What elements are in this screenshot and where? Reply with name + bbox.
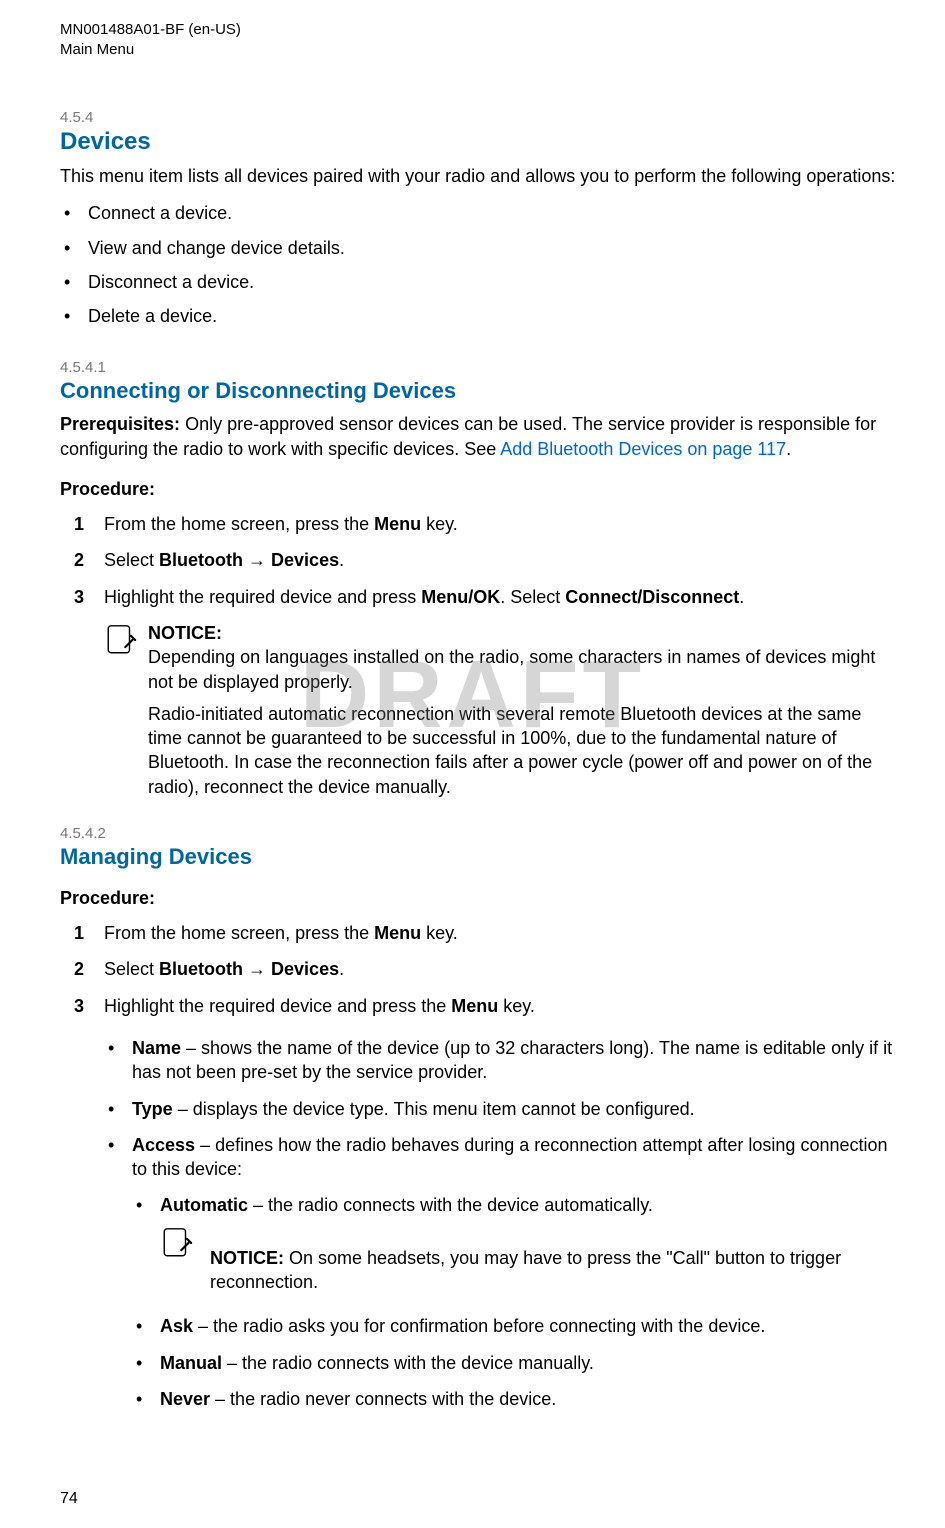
step-text: From the home screen, press the — [104, 923, 374, 943]
option-item-manual: Manual – the radio connects with the dev… — [132, 1345, 905, 1381]
notice-block: NOTICE: Depending on languages installed… — [104, 621, 905, 799]
procedure-list: From the home screen, press the Menu key… — [60, 506, 905, 615]
step-text: . — [339, 550, 344, 570]
option-label: Access — [132, 1135, 195, 1155]
page-number: 74 — [60, 1490, 78, 1508]
list-item: Disconnect a device. — [60, 265, 905, 299]
access-sub-list: Automatic – the radio connects with the … — [132, 1187, 905, 1417]
option-label: Type — [132, 1099, 173, 1119]
step-bold: Connect/Disconnect — [565, 587, 739, 607]
option-item-automatic: Automatic – the radio connects with the … — [132, 1187, 905, 1308]
header-doc-id: MN001488A01-BF (en-US) — [60, 20, 905, 40]
subsection-number: 4.5.4.2 — [60, 825, 905, 842]
notice-icon-col — [104, 621, 148, 799]
notice-label: NOTICE: — [148, 621, 895, 645]
list-item: Delete a device. — [60, 299, 905, 333]
step-bold: Menu — [451, 996, 498, 1016]
option-text: – the radio connects with the device aut… — [248, 1195, 653, 1215]
option-item-name: Name – shows the name of the device (up … — [104, 1030, 905, 1091]
option-label: Name — [132, 1038, 181, 1058]
option-item-never: Never – the radio never connects with th… — [132, 1381, 905, 1417]
step-bold: Devices — [271, 959, 339, 979]
step-text: Select — [104, 959, 159, 979]
option-text: – defines how the radio behaves during a… — [132, 1135, 888, 1179]
option-text: – shows the name of the device (up to 32… — [132, 1038, 892, 1082]
step-bold: Bluetooth — [159, 959, 243, 979]
option-label: Never — [160, 1389, 210, 1409]
notice-block: NOTICE: On some headsets, you may have t… — [160, 1226, 905, 1295]
step-text: . Select — [500, 587, 565, 607]
option-item-type: Type – displays the device type. This me… — [104, 1091, 905, 1127]
option-text: – displays the device type. This menu it… — [173, 1099, 695, 1119]
notice-paragraph: On some headsets, you may have to press … — [210, 1248, 841, 1292]
list-item: Connect a device. — [60, 196, 905, 230]
prerequisites: Prerequisites: Only pre-approved sensor … — [60, 412, 905, 461]
step-text: Highlight the required device and press … — [104, 996, 451, 1016]
step-bold: Menu/OK — [421, 587, 500, 607]
step-text: → — [243, 959, 271, 979]
step-bold: Bluetooth — [159, 550, 243, 570]
list-item: View and change device details. — [60, 231, 905, 265]
procedure-heading: Procedure: — [60, 888, 905, 909]
section-intro: This menu item lists all devices paired … — [60, 164, 905, 188]
option-item-access: Access – defines how the radio behaves d… — [104, 1127, 905, 1423]
notice-icon-col — [160, 1226, 210, 1266]
option-text: – the radio never connects with the devi… — [210, 1389, 556, 1409]
step-bold: Devices — [271, 550, 339, 570]
subsection-number: 4.5.4.1 — [60, 359, 905, 376]
header-section-path: Main Menu — [60, 40, 905, 60]
notice-label: NOTICE: — [210, 1248, 289, 1268]
option-label: Manual — [160, 1353, 222, 1373]
devices-operations-list: Connect a device. View and change device… — [60, 196, 905, 333]
subsection-title-connecting: Connecting or Disconnecting Devices — [60, 378, 905, 404]
step-text: . — [339, 959, 344, 979]
step-text: → — [243, 550, 271, 570]
prereq-label: Prerequisites: — [60, 414, 185, 434]
option-label: Automatic — [160, 1195, 248, 1215]
procedure-step: From the home screen, press the Menu key… — [60, 915, 905, 951]
option-text: – the radio asks you for confirmation be… — [193, 1316, 765, 1336]
option-text: – the radio connects with the device man… — [222, 1353, 594, 1373]
step-bold: Menu — [374, 514, 421, 534]
subsection-title-managing: Managing Devices — [60, 844, 905, 870]
note-icon — [160, 1226, 194, 1260]
notice-text: NOTICE: Depending on languages installed… — [148, 621, 895, 799]
option-label: Ask — [160, 1316, 193, 1336]
procedure-list: From the home screen, press the Menu key… — [60, 915, 905, 1024]
procedure-step: Highlight the required device and press … — [60, 579, 905, 615]
document-page: MN001488A01-BF (en-US) Main Menu DRAFT 4… — [0, 0, 945, 1528]
note-icon — [104, 623, 138, 657]
procedure-step: Highlight the required device and press … — [60, 988, 905, 1024]
step-text: From the home screen, press the — [104, 514, 374, 534]
step-bold: Menu — [374, 923, 421, 943]
section-number: 4.5.4 — [60, 109, 905, 126]
notice-paragraph: Depending on languages installed on the … — [148, 647, 875, 691]
section-title-devices: Devices — [60, 128, 905, 156]
procedure-step: Select Bluetooth → Devices. — [60, 951, 905, 987]
option-item-ask: Ask – the radio asks you for confirmatio… — [132, 1308, 905, 1344]
procedure-heading: Procedure: — [60, 479, 905, 500]
step-text: Highlight the required device and press — [104, 587, 421, 607]
step-text: key. — [498, 996, 535, 1016]
prereq-end: . — [786, 439, 791, 459]
prereq-link[interactable]: Add Bluetooth Devices on page 117 — [500, 439, 786, 459]
step-text: Select — [104, 550, 159, 570]
notice-paragraph: Radio-initiated automatic reconnection w… — [148, 702, 895, 799]
notice-text: NOTICE: On some headsets, you may have t… — [210, 1226, 905, 1295]
procedure-step: Select Bluetooth → Devices. — [60, 542, 905, 578]
procedure-step: From the home screen, press the Menu key… — [60, 506, 905, 542]
step-text: . — [739, 587, 744, 607]
options-list: Name – shows the name of the device (up … — [104, 1030, 905, 1423]
step-text: key. — [421, 923, 458, 943]
step-text: key. — [421, 514, 458, 534]
